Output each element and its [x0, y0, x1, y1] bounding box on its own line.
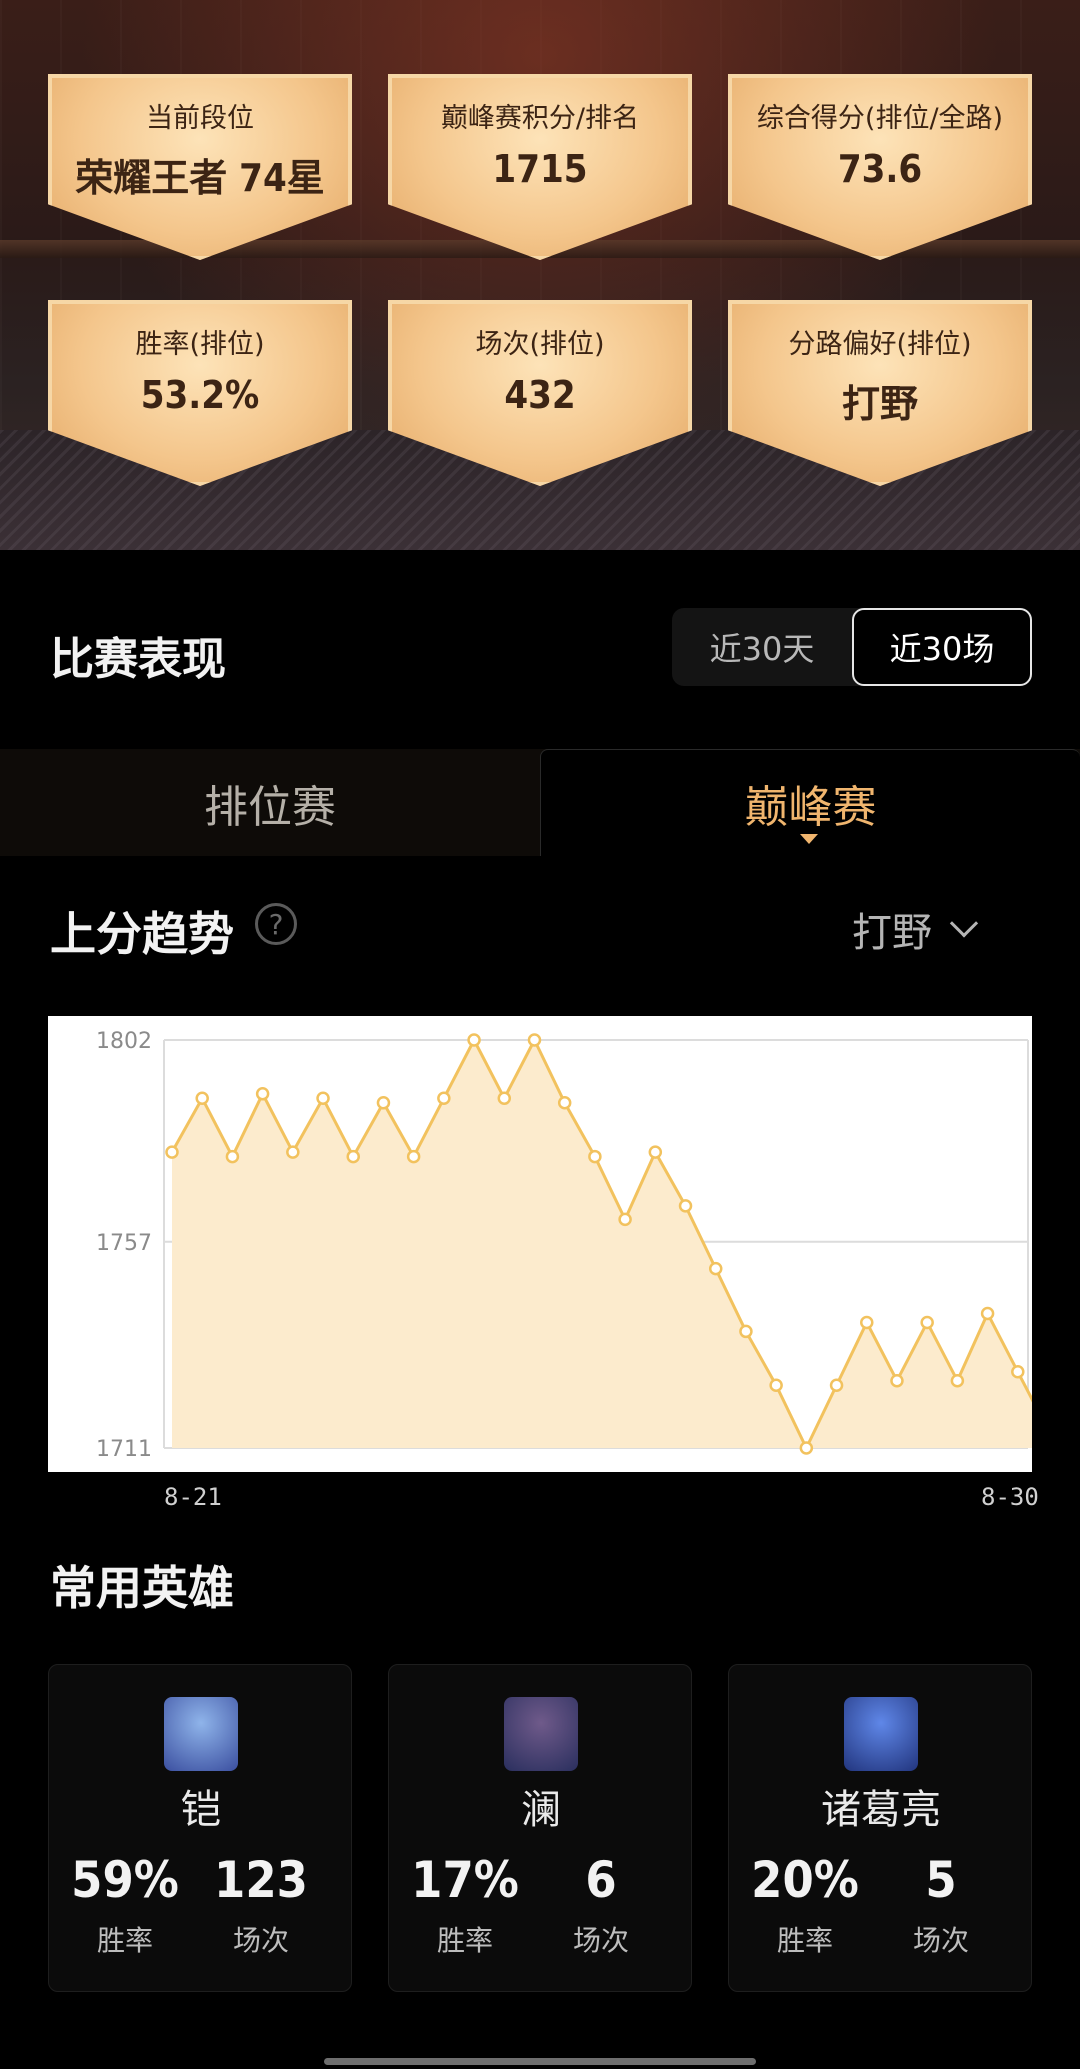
home-indicator[interactable]: [324, 2058, 756, 2065]
stat-card-label: 当前段位: [146, 103, 254, 134]
score-trend-svg: 1711 1757 1802: [96, 1029, 1032, 1462]
data-point: [437, 1091, 451, 1106]
data-point: [1011, 1365, 1025, 1379]
hero-card[interactable]: 澜 17% 胜率 6 场次: [388, 1664, 692, 1992]
chevron-down-icon: [949, 909, 979, 938]
data-point: [527, 1033, 542, 1047]
hero-matches-label: 场次: [912, 1924, 969, 1957]
hero-card[interactable]: 铠 59% 胜率 123 场次: [48, 1664, 352, 1992]
data-point: [588, 1149, 602, 1164]
hero-matches-label: 场次: [232, 1924, 289, 1957]
area-fill: [172, 1040, 1032, 1448]
hero-matches-label: 场次: [572, 1924, 629, 1957]
stat-card-label: 胜率(排位): [135, 329, 265, 360]
score-trend-chart: 1711 1757 1802: [48, 1016, 1032, 1472]
stat-card-overall-score: 综合得分(排位/全路) 73.6: [728, 74, 1032, 260]
stat-card-value: 荣耀王者 74星: [75, 156, 325, 200]
hero-name: 诸葛亮: [821, 1787, 941, 1833]
data-point: [980, 1306, 995, 1321]
heroes-title: 常用英雄: [50, 1561, 234, 1615]
trend-title: 上分趋势: [50, 907, 234, 961]
data-point: [618, 1212, 632, 1227]
data-point: [225, 1149, 240, 1164]
data-point: [316, 1091, 330, 1106]
data-point: [648, 1145, 663, 1159]
stat-card-label: 分路偏好(排位): [788, 329, 972, 360]
stat-card-value: 53.2%: [140, 373, 260, 417]
stat-card-value: 打野: [841, 382, 918, 426]
hero-name: 铠: [181, 1787, 221, 1833]
stat-card-value: 73.6: [837, 147, 923, 191]
data-point: [678, 1199, 693, 1213]
data-point: [467, 1033, 481, 1047]
y-tick-label: 1711: [96, 1437, 152, 1462]
mode-tabs: 排位赛 巅峰赛: [0, 749, 1080, 856]
hero-win-rate-value: 20%: [751, 1851, 859, 1909]
role-filter-dropdown[interactable]: 打野: [852, 900, 979, 958]
stat-card-value: 432: [504, 373, 576, 417]
hero-matches: 6 场次: [525, 1851, 677, 1959]
data-point: [497, 1091, 512, 1106]
hero-win-rate: 17% 胜率: [389, 1851, 541, 1959]
stat-card-label: 综合得分(排位/全路): [756, 103, 1004, 134]
data-point: [829, 1378, 844, 1392]
hero-win-rate-value: 59%: [71, 1851, 179, 1909]
data-point: [346, 1149, 360, 1164]
data-point: [557, 1096, 572, 1110]
data-point: [890, 1373, 904, 1388]
data-point: [769, 1378, 783, 1392]
data-point: [739, 1324, 753, 1339]
hero-win-rate: 59% 胜率: [49, 1851, 201, 1959]
hero-avatar: [844, 1697, 918, 1771]
data-point: [950, 1373, 965, 1388]
data-point: [376, 1096, 391, 1110]
y-tick-label: 1802: [96, 1029, 152, 1054]
role-filter-value: 打野: [852, 910, 932, 956]
hero-win-rate-label: 胜率: [96, 1924, 153, 1957]
data-point: [920, 1315, 934, 1330]
hero-matches-value: 6: [585, 1851, 617, 1909]
range-option-30-matches[interactable]: 近30场: [852, 608, 1032, 686]
hero-avatar: [164, 1697, 238, 1771]
hero-card[interactable]: 诸葛亮 20% 胜率 5 场次: [728, 1664, 1032, 1992]
data-point: [406, 1149, 421, 1164]
x-tick-label: 8-21: [164, 1483, 222, 1511]
range-segmented-control: 近30天 近30场: [672, 608, 1032, 686]
data-point: [799, 1441, 814, 1455]
hero-matches-value: 5: [925, 1851, 957, 1909]
stat-card-label: 巅峰赛积分/排名: [440, 103, 640, 134]
hero-win-rate-label: 胜率: [436, 1924, 493, 1957]
stat-card-value: 1715: [492, 147, 588, 191]
y-tick-label: 1757: [96, 1231, 152, 1256]
hero-win-rate-label: 胜率: [776, 1924, 833, 1957]
tab-ranked[interactable]: 排位赛: [0, 749, 540, 856]
help-icon[interactable]: ?: [255, 903, 297, 945]
hero-name: 澜: [521, 1787, 561, 1833]
stat-card-rank: 当前段位 荣耀王者 74星: [48, 74, 352, 260]
hero-win-rate: 20% 胜率: [729, 1851, 881, 1959]
stat-card-label: 场次(排位): [475, 329, 605, 360]
data-point: [708, 1261, 723, 1276]
hero-matches: 5 场次: [865, 1851, 1017, 1959]
data-point: [255, 1087, 270, 1101]
data-point: [195, 1091, 209, 1106]
data-point: [860, 1315, 874, 1330]
range-option-30-days[interactable]: 近30天: [672, 608, 852, 686]
performance-title: 比赛表现: [50, 634, 226, 685]
hero-matches-value: 123: [214, 1851, 308, 1909]
hero-avatar: [504, 1697, 578, 1771]
hero-win-rate-value: 17%: [411, 1851, 519, 1909]
x-tick-label: 8-30: [981, 1483, 1039, 1511]
data-point: [286, 1145, 300, 1159]
summary-banner: 当前段位 荣耀王者 74星 巅峰赛积分/排名 1715 综合得分(排位/全路) …: [0, 0, 1080, 550]
hero-matches: 123 场次: [185, 1851, 337, 1959]
active-tab-indicator-icon: [800, 834, 818, 844]
data-point: [165, 1145, 179, 1159]
stat-card-peak-score: 巅峰赛积分/排名 1715: [388, 74, 692, 260]
